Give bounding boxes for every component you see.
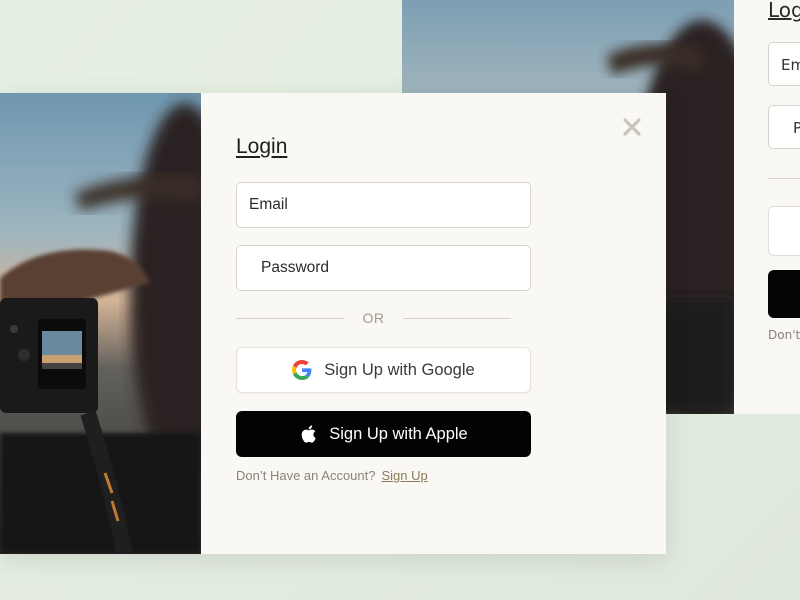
signup-link[interactable]: Sign Up xyxy=(381,468,427,483)
photographer-image xyxy=(0,103,201,554)
footer-prompt: Don’t Have an Account? xyxy=(236,468,376,483)
login-card: Login OR Sign Up with Google Sign Up wit… xyxy=(0,93,666,554)
background-title: Login xyxy=(768,0,800,22)
login-title: Login xyxy=(236,135,288,158)
password-field[interactable] xyxy=(236,245,531,291)
background-google-button xyxy=(768,206,800,256)
apple-signup-button[interactable]: Sign Up with Apple xyxy=(236,411,531,457)
background-apple-button xyxy=(768,270,800,318)
close-button[interactable] xyxy=(622,117,642,137)
divider-line-right xyxy=(403,318,511,319)
background-password-field: Password xyxy=(768,105,800,149)
google-button-label: Sign Up with Google xyxy=(324,360,475,379)
google-signup-button[interactable]: Sign Up with Google xyxy=(236,347,531,393)
background-email-field: Email xyxy=(768,42,800,86)
background-divider xyxy=(768,178,800,179)
email-field[interactable] xyxy=(236,182,531,228)
background-footer-text: Don't xyxy=(768,328,800,342)
or-divider: OR xyxy=(236,309,511,329)
apple-button-label: Sign Up with Apple xyxy=(329,424,468,443)
close-icon xyxy=(623,118,641,136)
login-photo xyxy=(0,93,201,554)
signup-footer: Don’t Have an Account? Sign Up xyxy=(236,468,428,483)
login-form-panel: Login OR Sign Up with Google Sign Up wit… xyxy=(201,93,666,554)
google-logo-icon xyxy=(292,360,312,380)
apple-logo-icon xyxy=(301,425,316,443)
background-form-panel: Login Email Password Don't xyxy=(734,0,800,414)
